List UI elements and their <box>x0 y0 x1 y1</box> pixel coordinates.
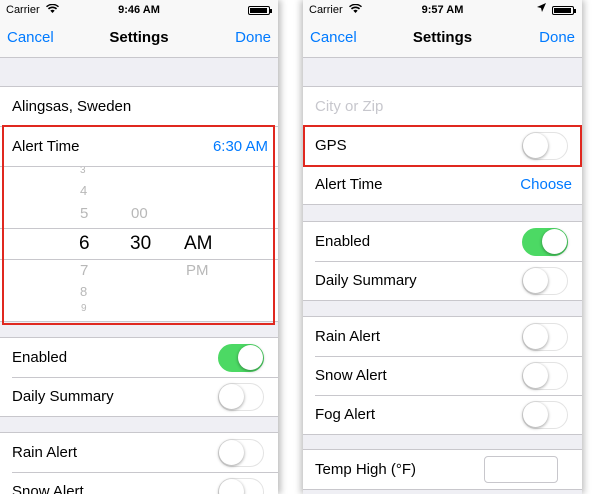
status-bar: Carrier 9:46 AM <box>0 0 278 20</box>
left-phone-screen: Carrier 9:46 AM Cancel Settings Done Ali… <box>0 0 278 494</box>
city-zip-row[interactable]: City or Zip <box>303 87 582 126</box>
city-zip-input[interactable]: City or Zip <box>315 98 383 115</box>
daily-summary-label: Daily Summary <box>315 272 417 289</box>
location-group: Alingsas, Sweden <box>0 86 278 127</box>
enabled-label: Enabled <box>12 349 68 366</box>
fog-alert-switch[interactable] <box>522 401 568 429</box>
right-phone-screen: Carrier 9:57 AM Cancel Settings Done Cit… <box>303 0 582 494</box>
done-button[interactable]: Done <box>539 29 575 46</box>
daily-summary-row: Daily Summary <box>303 261 582 300</box>
alert-time-row[interactable]: Alert Time Choose <box>303 165 582 204</box>
temp-high-row: Temp High (°F) <box>303 450 582 489</box>
navigation-bar: Cancel Settings Done <box>0 20 278 58</box>
enabled-group: Enabled Daily Summary <box>0 337 278 417</box>
snow-alert-label: Snow Alert <box>315 367 387 384</box>
rain-alert-switch[interactable] <box>522 323 568 351</box>
status-time: 9:46 AM <box>118 4 160 16</box>
daily-summary-row: Daily Summary <box>0 377 278 416</box>
rain-alert-switch[interactable] <box>218 439 264 467</box>
rain-alert-row: Rain Alert <box>303 317 582 356</box>
highlight-box <box>303 125 582 167</box>
battery-icon <box>248 6 272 15</box>
alert-time-label: Alert Time <box>315 176 383 193</box>
snow-alert-label: Snow Alert <box>12 483 84 494</box>
navigation-bar: Cancel Settings Done <box>303 20 582 58</box>
temp-high-input[interactable] <box>484 456 558 483</box>
enabled-switch[interactable] <box>218 344 264 372</box>
location-arrow-icon <box>537 3 546 15</box>
snow-alert-row: Snow Alert <box>303 356 582 395</box>
rain-alert-row: Rain Alert <box>0 433 278 472</box>
temperature-group: Temp High (°F) <box>303 449 582 490</box>
enabled-group: Enabled Daily Summary <box>303 221 582 301</box>
enabled-label: Enabled <box>315 233 371 250</box>
fog-alert-row: Fog Alert <box>303 395 582 434</box>
enabled-row: Enabled <box>0 338 278 377</box>
daily-summary-switch[interactable] <box>218 383 264 411</box>
enabled-switch[interactable] <box>522 228 568 256</box>
rain-alert-label: Rain Alert <box>315 328 381 345</box>
snow-alert-row: Snow Alert <box>0 472 278 494</box>
snow-alert-switch[interactable] <box>218 478 264 494</box>
alerts-group: Rain Alert Snow Alert <box>0 432 278 494</box>
done-button[interactable]: Done <box>235 29 271 46</box>
enabled-row: Enabled <box>303 222 582 261</box>
alert-time-choose[interactable]: Choose <box>520 176 572 193</box>
highlight-box <box>2 125 275 325</box>
temp-high-label: Temp High (°F) <box>315 461 417 478</box>
daily-summary-label: Daily Summary <box>12 388 114 405</box>
status-bar: Carrier 9:57 AM <box>303 0 582 20</box>
location-row[interactable]: Alingsas, Sweden <box>0 87 278 126</box>
rain-alert-label: Rain Alert <box>12 444 78 461</box>
fog-alert-label: Fog Alert <box>315 406 376 423</box>
battery-icon <box>552 6 576 15</box>
daily-summary-switch[interactable] <box>522 267 568 295</box>
alerts-group: Rain Alert Snow Alert Fog Alert <box>303 316 582 435</box>
snow-alert-switch[interactable] <box>522 362 568 390</box>
location-value: Alingsas, Sweden <box>12 98 132 115</box>
